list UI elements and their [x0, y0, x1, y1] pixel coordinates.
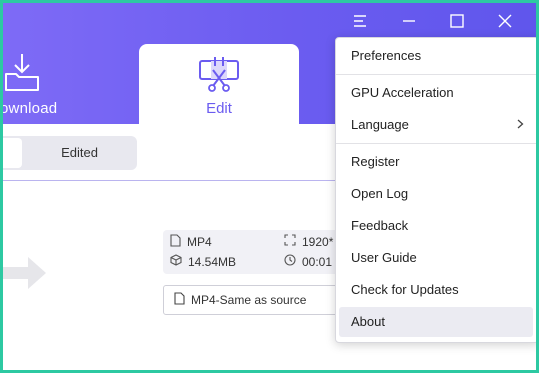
duration-value: 00:01 [302, 254, 333, 269]
output-format-label: MP4-Same as source [191, 293, 307, 307]
minimize-icon[interactable] [400, 12, 418, 30]
menu-separator [336, 143, 538, 144]
size-value: 14.54MB [188, 254, 237, 269]
maximize-icon[interactable] [448, 12, 466, 30]
menu-item-language[interactable]: Language [336, 110, 538, 140]
chevron-right-icon [517, 110, 524, 140]
size-info: 14.54MB [170, 254, 236, 269]
menu-item-feedback[interactable]: Feedback [336, 211, 538, 241]
close-icon[interactable] [496, 12, 514, 30]
cube-icon [170, 254, 182, 269]
arrow-right-icon [0, 253, 48, 298]
file-icon [170, 234, 181, 250]
segment-original[interactable] [0, 138, 22, 168]
menu-separator [336, 74, 538, 75]
tab-download[interactable]: ownload [0, 44, 130, 124]
resolution-info: 1920* [284, 234, 333, 249]
resolution-icon [284, 234, 296, 249]
format-info: MP4 [170, 234, 212, 250]
menu-item-about[interactable]: About [339, 307, 533, 337]
clock-icon [284, 254, 296, 269]
file-info-box: MP4 1920* 14.54MB 00:01 [163, 230, 363, 274]
menu-item-check-updates[interactable]: Check for Updates [336, 275, 538, 305]
download-folder-icon [4, 52, 40, 97]
menu-item-open-log[interactable]: Open Log [336, 179, 538, 209]
tab-edit-label: Edit [206, 100, 232, 117]
menu-item-language-label: Language [351, 117, 409, 132]
settings-menu: Preferences GPU Acceleration Language Re… [335, 37, 539, 343]
tab-edit[interactable]: Edit [139, 44, 299, 126]
menu-item-register[interactable]: Register [336, 147, 538, 177]
menu-item-gpu-acceleration[interactable]: GPU Acceleration [336, 78, 538, 108]
menu-item-user-guide[interactable]: User Guide [336, 243, 538, 273]
output-format-button[interactable]: MP4-Same as source [163, 285, 363, 315]
duration-info: 00:01 [284, 254, 332, 269]
edit-scissors-icon [199, 56, 239, 97]
menu-icon[interactable] [352, 12, 370, 30]
tab-download-label: ownload [0, 100, 58, 117]
menu-item-preferences[interactable]: Preferences [336, 41, 538, 71]
segment-edited[interactable]: Edited [22, 136, 137, 170]
segment-control: Edited [0, 136, 137, 170]
resolution-value: 1920* [302, 234, 334, 249]
file-icon [174, 292, 185, 308]
format-value: MP4 [187, 235, 212, 249]
